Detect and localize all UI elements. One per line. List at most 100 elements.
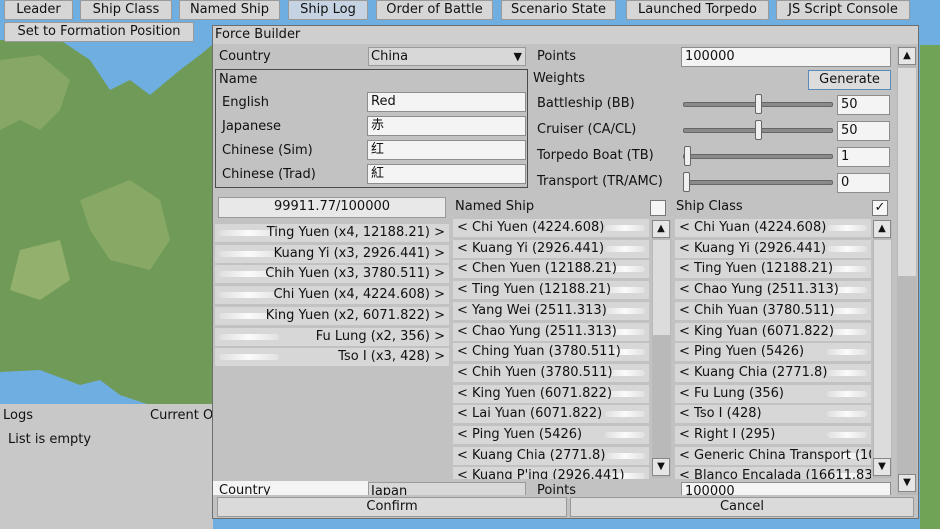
cancel-button[interactable]: Cancel (570, 497, 914, 517)
ship-class-item[interactable]: < Generic China Transport (100 (675, 446, 871, 465)
dialog-scroll-down-icon[interactable]: ▼ (898, 474, 916, 492)
ship-class-item[interactable]: < Chih Yuan (3780.511) (675, 301, 871, 320)
total-points-display: 99911.77/100000 (218, 197, 446, 218)
ship-silhouette-icon (219, 333, 279, 340)
ship-class-item[interactable]: < King Yuan (6071.822) (675, 322, 871, 341)
selected-ship-item[interactable]: Fu Lung (x2, 356) > (215, 327, 449, 346)
country-value: China (371, 49, 409, 64)
second-points-input[interactable]: 100000 (681, 482, 891, 495)
named-ship-scrollbar[interactable] (652, 220, 671, 478)
order-of-battle-button[interactable]: Order of Battle (376, 0, 493, 20)
ship-silhouette-icon (605, 411, 645, 418)
points-input[interactable]: 100000 (681, 47, 891, 67)
force-builder-dialog: Force Builder Country China ▼ Points 100… (212, 25, 919, 519)
ship-class-item[interactable]: < Chao Yung (2511.313) (675, 281, 871, 300)
ship-silhouette-icon (605, 245, 645, 252)
ship-class-item[interactable]: < Kuang Chia (2771.8) (675, 363, 871, 382)
transport-weight-input[interactable]: 0 (837, 173, 890, 193)
selected-ship-item[interactable]: Tso I (x3, 428) > (215, 348, 449, 367)
selected-ship-item[interactable]: Kuang Yi (x3, 2926.441) > (215, 244, 449, 263)
ship-class-item-label: < Fu Lung (356) (679, 385, 784, 401)
battleship-weight-input[interactable]: 50 (837, 95, 890, 115)
named-ship-item[interactable]: < Yang Wei (2511.313) (453, 301, 649, 320)
ship-class-checkbox[interactable]: ✓ (872, 200, 888, 216)
battleship-slider-handle[interactable] (754, 94, 762, 114)
cruiser-label: Cruiser (CA/CL) (537, 122, 637, 137)
named-ship-scroll-up-icon[interactable]: ▲ (652, 220, 670, 238)
set-formation-position-button[interactable]: Set to Formation Position (4, 22, 194, 42)
ship-silhouette-icon (605, 287, 645, 294)
dialog-scroll-thumb[interactable] (898, 68, 916, 276)
ship-class-item-label: < Chih Yuan (3780.511) (679, 302, 835, 318)
ship-silhouette-icon (605, 452, 645, 459)
scenario-state-button[interactable]: Scenario State (501, 0, 616, 20)
ship-class-item[interactable]: < Ting Yuen (12188.21) (675, 260, 871, 279)
named-ship-item[interactable]: < Ching Yuan (3780.511) (453, 343, 649, 362)
ship-log-button[interactable]: Ship Log (288, 0, 368, 20)
named-ship-item[interactable]: < Chen Yuen (12188.21) (453, 260, 649, 279)
ship-class-scrollbar[interactable] (873, 220, 892, 478)
ship-class-item[interactable]: < Ping Yuen (5426) (675, 343, 871, 362)
named-ship-scroll-down-icon[interactable]: ▼ (652, 458, 670, 476)
ship-class-item[interactable]: < Fu Lung (356) (675, 384, 871, 403)
ship-class-scroll-up-icon[interactable]: ▲ (873, 220, 891, 238)
generate-button[interactable]: Generate (808, 70, 891, 90)
chinese-sim-label: Chinese (Sim) (222, 143, 313, 158)
chinese-trad-name-input[interactable]: 紅 (367, 164, 526, 184)
cruiser-slider-handle[interactable] (754, 120, 762, 140)
named-ship-item[interactable]: < Chih Yuen (3780.511) (453, 363, 649, 382)
named-ship-button[interactable]: Named Ship (179, 0, 280, 20)
named-ship-item[interactable]: < Chi Yuen (4224.608) (453, 219, 649, 237)
selected-ship-item-label: King Yuen (x2, 6071.822) > (265, 307, 445, 323)
english-name-input[interactable]: Red (367, 92, 526, 112)
ship-class-item-label: < Chao Yung (2511.313) (679, 282, 839, 298)
launched-torpedo-button[interactable]: Launched Torpedo (626, 0, 769, 20)
ship-class-scroll-thumb[interactable] (874, 240, 891, 458)
transport-slider[interactable] (683, 180, 833, 185)
torpedo-boat-slider[interactable] (683, 154, 833, 159)
named-ship-item[interactable]: < Chao Yung (2511.313) (453, 322, 649, 341)
named-ship-item[interactable]: < King Yuen (6071.822) (453, 384, 649, 403)
named-ship-checkbox[interactable] (650, 200, 666, 216)
selected-ship-item[interactable]: Chi Yuen (x4, 4224.608) > (215, 286, 449, 305)
english-label: English (222, 95, 269, 110)
named-ship-item[interactable]: < Lai Yuan (6071.822) (453, 405, 649, 424)
named-ship-item[interactable]: < Kuang Yi (2926.441) (453, 239, 649, 258)
country-dropdown[interactable]: China ▼ (368, 47, 526, 66)
leader-button[interactable]: Leader (4, 0, 73, 20)
named-ship-item[interactable]: < Kuang P'ing (2926.441) (453, 467, 649, 479)
ship-class-item[interactable]: < Chi Yuan (4224.608) (675, 219, 871, 237)
name-section-title: Name (219, 72, 258, 87)
japanese-name-input[interactable]: 赤 (367, 116, 526, 136)
ship-class-button[interactable]: Ship Class (80, 0, 172, 20)
chinese-sim-name-input[interactable]: 红 (367, 140, 526, 160)
selected-ship-item[interactable]: King Yuen (x2, 6071.822) > (215, 306, 449, 325)
ship-silhouette-icon (827, 432, 867, 438)
named-ship-item[interactable]: < Kuang Chia (2771.8) (453, 446, 649, 465)
ship-class-list: < Chi Yuan (4224.608) < Kuang Yi (2926.44… (675, 219, 871, 479)
selected-ship-item[interactable]: Ting Yuen (x4, 12188.21) > (215, 224, 449, 242)
named-ship-item[interactable]: < Ping Yuen (5426) (453, 426, 649, 444)
js-script-console-button[interactable]: JS Script Console (776, 0, 910, 20)
ship-class-item[interactable]: < Kuang Yi (2926.441) (675, 239, 871, 258)
weights-title: Weights (533, 71, 586, 86)
dialog-scroll-up-icon[interactable]: ▲ (898, 47, 916, 65)
confirm-button[interactable]: Confirm (217, 497, 567, 517)
selected-ship-item-label: Tso I (x3, 428) > (338, 349, 445, 365)
dialog-scrollbar[interactable] (897, 46, 917, 495)
ship-class-item-label: < Chi Yuan (4224.608) (679, 220, 827, 235)
torpedo-boat-slider-handle[interactable] (684, 146, 692, 166)
named-ship-item[interactable]: < Ting Yuen (12188.21) (453, 281, 649, 300)
named-ship-item-label: < Chen Yuen (12188.21) (457, 261, 617, 277)
named-ship-item-label: < Chi Yuen (4224.608) (457, 220, 605, 235)
transport-slider-handle[interactable] (683, 172, 690, 192)
torpedo-boat-weight-input[interactable]: 1 (837, 147, 890, 167)
second-country-dropdown[interactable]: Japan (368, 482, 526, 495)
ship-class-item[interactable]: < Right I (295) (675, 426, 871, 444)
ship-class-scroll-down-icon[interactable]: ▼ (873, 458, 891, 476)
ship-class-item[interactable]: < Tso I (428) (675, 405, 871, 424)
ship-class-item[interactable]: < Blanco Encalada (16611.83) (675, 467, 871, 479)
cruiser-weight-input[interactable]: 50 (837, 121, 890, 141)
named-ship-scroll-thumb[interactable] (653, 240, 670, 335)
selected-ship-item[interactable]: Chih Yuen (x3, 3780.511) > (215, 265, 449, 284)
